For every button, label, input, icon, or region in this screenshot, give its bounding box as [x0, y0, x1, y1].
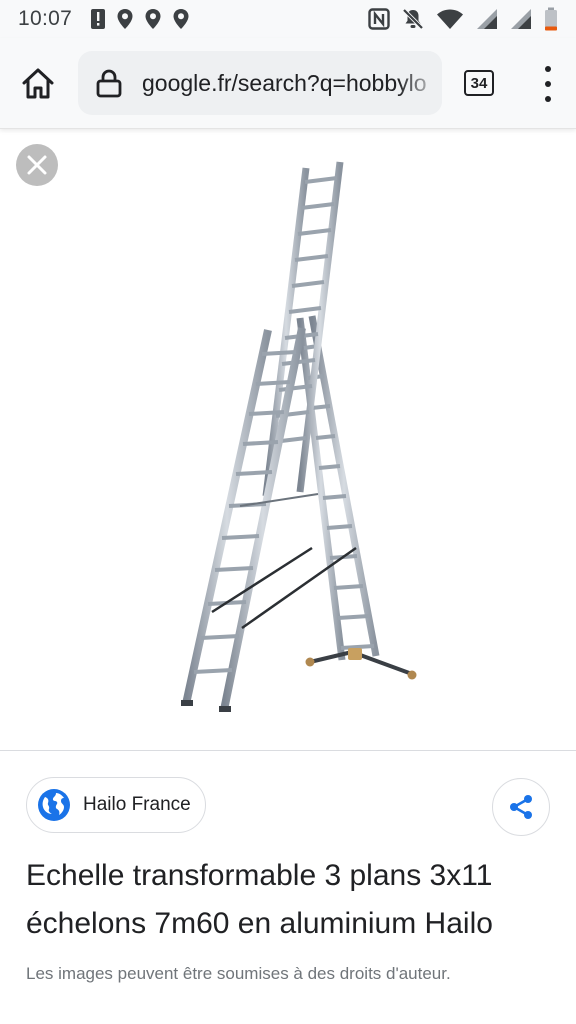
wifi-icon — [437, 9, 463, 29]
nfc-icon — [368, 8, 390, 30]
result-title[interactable]: Echelle transformable 3 plans 3x11 échel… — [26, 852, 556, 948]
signal-icon — [511, 9, 531, 29]
browser-toolbar: google.fr/search?q=hobbylo 34 — [0, 38, 576, 129]
menu-button[interactable] — [536, 66, 560, 102]
copyright-notice: Les images peuvent être soumises à des d… — [26, 964, 451, 983]
globe-icon — [38, 789, 70, 821]
alert-icon — [91, 9, 106, 29]
url-bar[interactable]: google.fr/search?q=hobbylo — [78, 51, 442, 115]
divider — [0, 750, 576, 751]
share-icon — [510, 795, 532, 819]
share-button[interactable] — [492, 778, 550, 836]
battery-icon — [545, 7, 557, 31]
result-image[interactable] — [0, 128, 576, 750]
status-bar: 10:07 — [0, 0, 576, 38]
menu-dot-icon — [545, 66, 551, 72]
url-fade — [398, 51, 442, 115]
ladder-image — [181, 161, 417, 712]
ladder-front-section — [181, 327, 357, 712]
status-left: 10:07 — [0, 7, 190, 31]
menu-dot-icon — [545, 81, 551, 87]
location-icon — [145, 9, 161, 29]
source-label: Hailo France — [83, 794, 191, 815]
close-button[interactable] — [16, 144, 58, 186]
signal-icon — [477, 9, 497, 29]
home-button[interactable] — [18, 64, 58, 104]
close-icon — [27, 155, 47, 175]
status-right — [368, 7, 576, 31]
url-text: google.fr/search?q=hobbylo — [142, 70, 427, 96]
mute-icon — [402, 8, 424, 30]
lock-icon — [96, 69, 122, 98]
location-icon — [173, 9, 189, 29]
tab-switcher-button[interactable]: 34 — [464, 70, 494, 96]
location-icon — [117, 9, 133, 29]
home-icon — [22, 68, 54, 99]
status-time: 10:07 — [18, 7, 73, 30]
menu-dot-icon — [545, 96, 551, 102]
source-chip[interactable]: Hailo France — [26, 777, 206, 833]
